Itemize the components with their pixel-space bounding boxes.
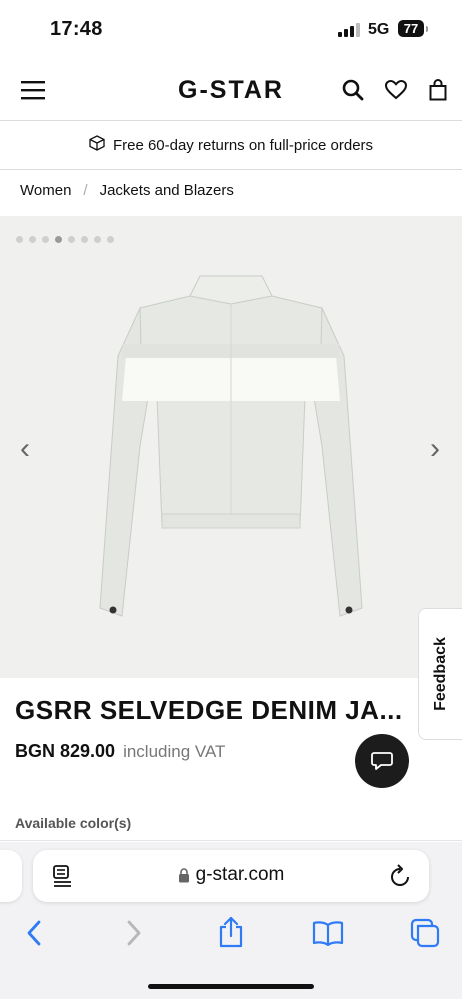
status-time: 17:48	[50, 18, 103, 40]
home-indicator	[148, 984, 314, 989]
promo-banner: Free 60-day returns on full-price orders	[0, 121, 462, 170]
heart-icon[interactable]	[383, 77, 409, 103]
available-colors-label: Available color(s)	[15, 815, 132, 831]
network-type: 5G	[368, 21, 390, 38]
price-row: BGN 829.00 including VAT	[15, 741, 225, 762]
browser-toolbar: g-star.com	[0, 842, 462, 999]
breadcrumb-separator: /	[83, 182, 88, 199]
bookmarks-icon[interactable]	[312, 920, 344, 951]
back-icon[interactable]	[24, 920, 44, 951]
status-bar: 17:48 5G 77	[0, 0, 462, 60]
promo-text: Free 60-day returns on full-price orders	[112, 136, 374, 154]
lock-icon	[178, 867, 189, 882]
breadcrumb: Women / Jackets and Blazers	[20, 182, 234, 199]
gallery-next-button[interactable]: ›	[420, 432, 450, 466]
battery-tip	[426, 26, 428, 32]
reload-icon[interactable]	[389, 864, 411, 893]
battery-icon: 77	[398, 20, 424, 37]
tabs-icon[interactable]	[410, 918, 440, 953]
forward-icon[interactable]	[124, 920, 144, 951]
vat-note: including VAT	[123, 742, 226, 761]
feedback-tab[interactable]: Feedback	[418, 608, 462, 740]
feedback-label: Feedback	[432, 637, 449, 711]
product-image-jacket	[99, 275, 363, 617]
breadcrumb-women[interactable]: Women	[20, 182, 71, 199]
url-display[interactable]: g-star.com	[33, 864, 429, 886]
previous-tab-preview[interactable]	[0, 850, 22, 902]
chat-button[interactable]	[355, 734, 409, 788]
search-icon[interactable]	[340, 77, 366, 103]
product-gallery[interactable]: ‹ ›	[0, 216, 462, 678]
site-header: G-STAR	[0, 60, 462, 121]
chat-bubble-icon	[371, 752, 393, 770]
box-icon	[89, 135, 105, 155]
url-text: g-star.com	[195, 864, 285, 885]
address-bar[interactable]: g-star.com	[33, 850, 429, 902]
product-title: GSRR SELVEDGE DENIM JA...	[15, 695, 403, 725]
breadcrumb-jackets[interactable]: Jackets and Blazers	[100, 182, 234, 199]
gallery-prev-button[interactable]: ‹	[10, 432, 40, 466]
section-divider	[0, 840, 462, 841]
bag-icon[interactable]	[425, 77, 451, 103]
product-price: BGN 829.00	[15, 741, 116, 761]
share-icon[interactable]	[217, 916, 245, 953]
signal-icon	[338, 23, 360, 37]
